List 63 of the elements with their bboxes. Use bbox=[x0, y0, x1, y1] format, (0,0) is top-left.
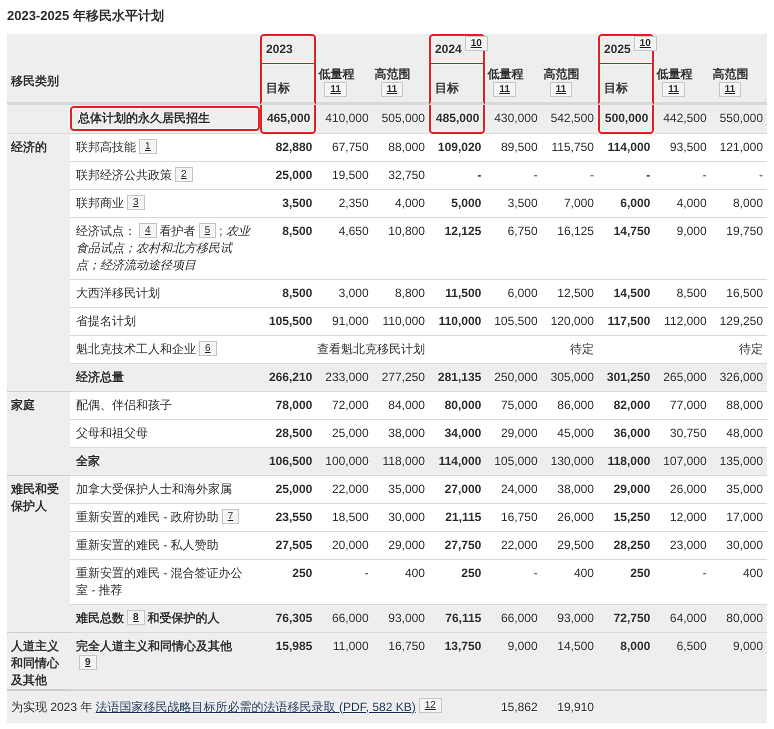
program-label: 经济试点： 4 看护者 5 ; 农业食品试点；农村和北方移民试点；经济流动途径项目 bbox=[76, 224, 250, 272]
program-label: 省提名计划 bbox=[76, 314, 136, 328]
program-label: 完全人道主义和同情心及其他 9 bbox=[76, 638, 232, 670]
footnote-link[interactable]: 3 bbox=[127, 194, 145, 210]
table-cell: 19,910 bbox=[542, 690, 598, 722]
program-label: 父母和祖父母 bbox=[76, 426, 148, 440]
column-header: 高范围 bbox=[712, 66, 750, 82]
footnote-link[interactable]: 7 bbox=[222, 508, 240, 524]
footnote-link[interactable]: 1 bbox=[139, 138, 157, 154]
program-label: 重新安置的难民 - 私人赞助 bbox=[76, 538, 219, 552]
table-cell: 16,750 bbox=[372, 632, 429, 690]
program-label: 重新安置的难民 - 政府协助 7 bbox=[76, 510, 242, 524]
program-label: 配偶、伴侣和孩子 bbox=[76, 398, 172, 412]
footnote-link[interactable]: 8 bbox=[127, 610, 145, 624]
footnote-link[interactable]: 11 bbox=[380, 82, 404, 96]
footnote-link[interactable]: 10 bbox=[464, 36, 488, 50]
category-label: 经济的 bbox=[11, 140, 47, 154]
footnote-link[interactable]: 11 bbox=[662, 82, 685, 96]
footnote-link[interactable]: 12 bbox=[418, 698, 442, 712]
table-title: 2023-2025 年移民水平计划 bbox=[7, 7, 165, 25]
footnote-link[interactable]: 5 bbox=[198, 222, 216, 238]
total-label: 总体计划的永久居民招生 bbox=[70, 106, 260, 131]
year-label: 2023 bbox=[266, 42, 293, 56]
category-label: 难民和受保护人 bbox=[11, 482, 59, 512]
table-cell: 13,750 bbox=[428, 632, 486, 690]
program-label: 大西洋移民计划 bbox=[76, 286, 160, 300]
table-cell: 6,500 bbox=[654, 632, 711, 690]
table-cell: 9,000 bbox=[485, 632, 542, 690]
program-label: 经济总量 bbox=[76, 370, 124, 384]
footnote-link[interactable]: 4 bbox=[139, 222, 157, 238]
footnote-link[interactable]: 2 bbox=[175, 166, 193, 182]
program-label: 联邦经济公共政策 2 bbox=[76, 168, 196, 182]
year-label: 2024 bbox=[434, 42, 462, 56]
year-label: 2025 bbox=[604, 42, 631, 56]
footer-text: 为实现 2023 年 bbox=[11, 700, 94, 714]
category-label: 人道主义和同情心及其他 bbox=[11, 638, 59, 686]
table-cell: 8,000 bbox=[598, 632, 654, 690]
column-header: 低量程 bbox=[318, 66, 356, 82]
footnote-link[interactable]: 11 bbox=[324, 82, 347, 96]
table-cell: 15,862 bbox=[485, 690, 542, 722]
footnote-link[interactable]: 11 bbox=[718, 82, 742, 96]
column-header: 低量程 bbox=[487, 66, 524, 82]
program-label: 联邦高技能 1 bbox=[76, 140, 160, 154]
program-label: 重新安置的难民 - 混合签证办公室 - 推荐 bbox=[76, 566, 243, 596]
table-cell: 14,500 bbox=[542, 632, 598, 690]
program-label: 魁北克技术工人和企业 6 bbox=[76, 342, 220, 356]
program-label: 加拿大受保护人士和海外家属 bbox=[76, 482, 232, 496]
footnote-link[interactable]: 11 bbox=[493, 82, 516, 96]
table-cell: 9,000 bbox=[710, 632, 767, 690]
footnote-link[interactable]: 11 bbox=[550, 82, 572, 96]
program-label: 全家 bbox=[76, 454, 100, 468]
program-label: 联邦商业 3 bbox=[76, 196, 148, 210]
column-header: 高范围 bbox=[544, 66, 581, 82]
footnote-link[interactable]: 9 bbox=[79, 654, 97, 670]
footnote-link[interactable]: 10 bbox=[634, 36, 657, 50]
column-header: 高范围 bbox=[374, 66, 412, 82]
pdf-link[interactable]: 法语国家移民战略目标所必需的法语移民录取 (PDF, 582 KB) bbox=[96, 700, 416, 714]
table-cell: 15,985 bbox=[260, 632, 316, 690]
footnote-link[interactable]: 6 bbox=[199, 340, 217, 356]
program-label: 难民总数 8 和受保护的人 bbox=[76, 610, 220, 624]
table-cell: 11,000 bbox=[316, 632, 373, 690]
column-header: 低量程 bbox=[656, 66, 694, 82]
category-label: 家庭 bbox=[11, 398, 35, 412]
